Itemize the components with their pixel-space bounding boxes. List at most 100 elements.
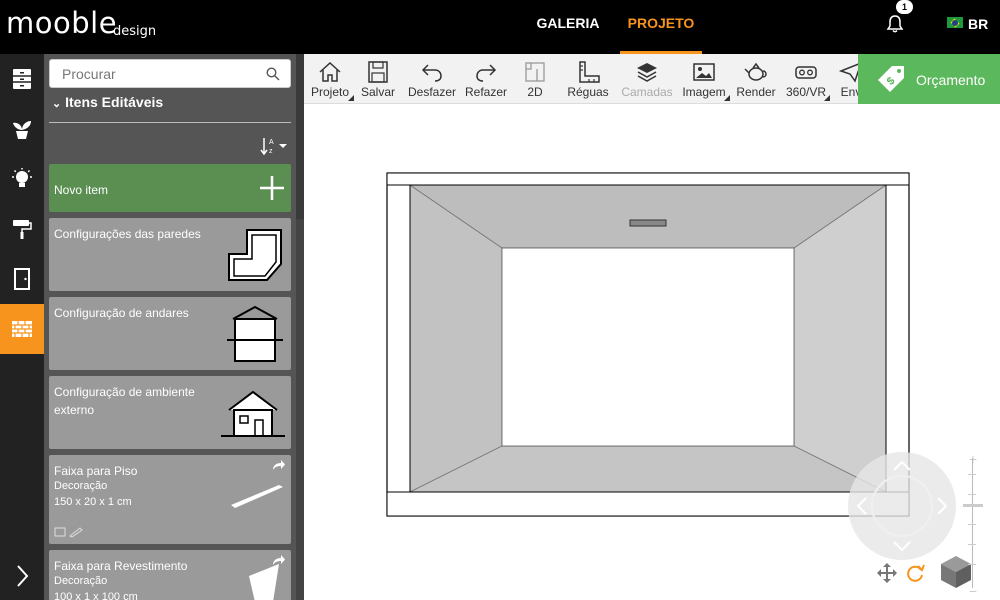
orbit-navigation-control[interactable] [848,452,956,560]
svg-text:z: z [269,148,273,155]
ruler-icon [579,61,600,83]
rail-plants[interactable] [0,104,44,154]
tab-projeto[interactable]: PROJETO [620,0,702,54]
brand-logo-sub: design [113,24,157,39]
tool-projeto[interactable]: Projeto [308,54,354,104]
top-bar: mooble design GALERIA PROJETO 1 BR [0,0,1000,54]
card-title: Novo item [54,183,109,197]
zoom-slider-thumb[interactable] [963,504,983,507]
submenu-caret-icon [824,95,830,101]
scrollbar-thumb[interactable] [296,54,304,219]
rail-lighting[interactable] [0,154,44,204]
tool-label: Refazer [464,85,508,99]
tool-label: Camadas [621,85,673,99]
rail-expand-button[interactable] [0,552,44,600]
rotate-icon[interactable] [904,562,926,584]
rail-walls[interactable] [0,304,44,354]
floors-config-icon [227,305,283,362]
share-icon[interactable] [272,459,286,471]
tool-360vr[interactable]: 360/VR [784,54,830,104]
tool-refazer[interactable]: Refazer [464,54,508,104]
layers-icon [637,63,657,82]
orcamento-button[interactable]: $ Orçamento [858,54,1000,104]
tool-camadas[interactable]: Camadas [620,54,674,104]
submenu-caret-icon [348,95,354,101]
door-icon [14,268,30,290]
save-icon [368,61,388,83]
card-category: Decoração [54,575,108,587]
card-external-config[interactable]: Configuração de ambiente externo [49,376,291,449]
tool-label: Render [736,85,776,99]
zoom-out-button[interactable]: − [967,584,979,598]
tool-label: Réguas [567,85,609,99]
card-category: Decoração [54,480,108,492]
tab-galeria[interactable]: GALERIA [530,0,606,54]
furniture-icon [13,69,31,89]
search-icon[interactable] [266,67,280,81]
tool-imagem[interactable]: Imagem [680,54,730,104]
card-walls-config[interactable]: Configurações das paredes [49,218,291,291]
plus-icon [260,176,284,200]
card-floors-config[interactable]: Configuração de andares [49,297,291,370]
divider [49,122,291,123]
tool-desfazer[interactable]: Desfazer [406,54,458,104]
home-icon [319,61,341,82]
vr-icon [795,66,817,79]
rail-furniture[interactable] [0,54,44,104]
edit-tools-icon [54,527,83,538]
rail-paint[interactable] [0,204,44,254]
2d-icon [525,62,545,82]
tool-label: 360/VR [785,85,827,99]
zoom-slider-track[interactable] [972,458,973,588]
tool-2d[interactable]: 2D [518,54,552,104]
tool-salvar[interactable]: Salvar [358,54,398,104]
tool-reguas[interactable]: Réguas [566,54,610,104]
section-title: Itens Editáveis [65,94,164,110]
submenu-caret-icon [724,95,730,101]
tool-label: 2D [527,85,543,99]
brazil-flag-icon[interactable] [947,17,963,28]
image-icon [693,63,715,81]
zoom-tick [968,474,976,475]
card-faixa-piso[interactable]: Faixa para Piso Decoração 150 x 20 x 1 c… [49,455,291,544]
zoom-tick [968,494,976,495]
card-size: 150 x 20 x 1 cm [54,496,132,508]
tool-label: Projeto [310,85,350,99]
tool-label: Desfazer [407,85,457,99]
teapot-icon [744,62,767,81]
app-root: mooble design GALERIA PROJETO 1 BR Procu… [0,0,1000,600]
search-box [49,59,291,88]
sort-az-icon[interactable]: A z [260,136,288,156]
brand-logo[interactable]: mooble [6,6,117,40]
search-input[interactable] [50,60,260,87]
toolbar: Projeto Salvar Desfazer Refazer 2D Régua… [304,54,1000,104]
chevron-right-icon [17,565,29,587]
zoom-in-button[interactable]: + [967,452,979,466]
canvas-area: Projeto Salvar Desfazer Refazer 2D Régua… [304,54,1000,600]
svg-text:A: A [269,139,274,146]
card-faixa-revestimento[interactable]: Faixa para Revestimento Decoração 100 x … [49,550,291,600]
house-icon [221,390,285,437]
language-selector[interactable]: BR [968,16,988,32]
zoom-tick [968,524,976,525]
card-size: 100 x 1 x 100 cm [54,591,138,600]
room-3d-view[interactable] [386,172,910,518]
paint-roller-icon [13,220,32,239]
zoom-tick [968,544,976,545]
pan-move-icon[interactable] [876,562,898,584]
orbit-arrows-icon [856,460,948,552]
tool-label: Imagem [682,85,726,99]
walls-config-icon [228,229,282,281]
rail-doors[interactable] [0,254,44,304]
plant-icon [13,121,31,139]
new-item-card[interactable]: Novo item [49,164,291,212]
bell-icon[interactable] [886,14,904,34]
wall-brick-icon [12,321,32,337]
price-tag-icon: $ [878,66,904,92]
card-title: Configuração de andares [54,306,189,320]
card-title: Configurações das paredes [54,227,201,241]
section-header-editable[interactable]: ⌄ Itens Editáveis [52,94,163,110]
tool-render[interactable]: Render [734,54,778,104]
wall-strip-thumbnail [249,564,279,600]
category-rail [0,54,44,600]
